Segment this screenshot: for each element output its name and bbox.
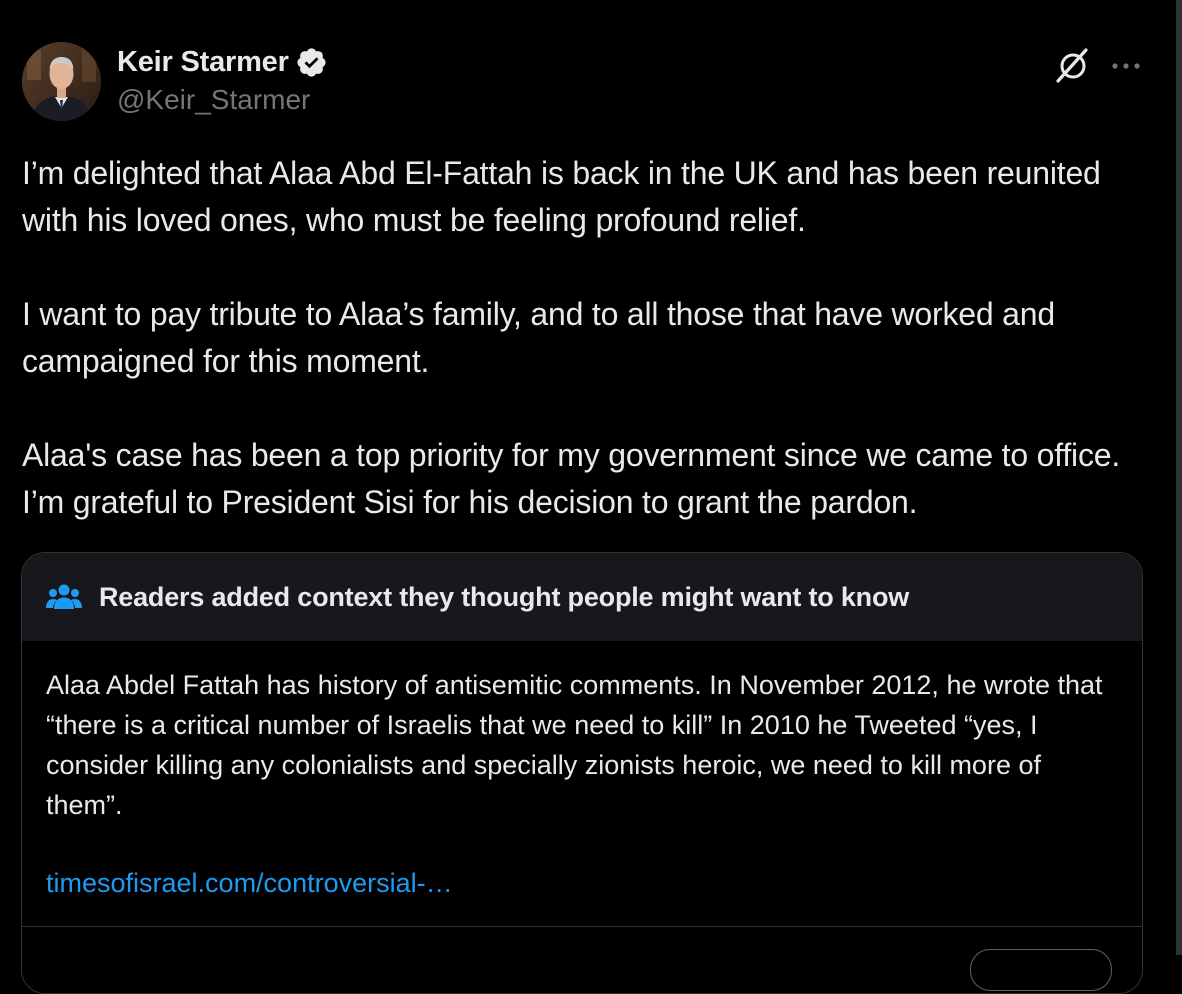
handle[interactable]: @Keir_Starmer	[117, 84, 328, 116]
display-name[interactable]: Keir Starmer	[117, 46, 289, 79]
verified-badge-icon[interactable]	[295, 46, 328, 79]
tweet-paragraph: I’m delighted that Alaa Abd El-Fattah is…	[22, 155, 1101, 238]
grok-button[interactable]	[1052, 46, 1092, 86]
community-note-title: Readers added context they thought peopl…	[99, 581, 910, 612]
community-note: Readers added context they thought peopl…	[21, 552, 1143, 994]
tweet-text: I’m delighted that Alaa Abd El-Fattah is…	[22, 150, 1152, 573]
column-border	[1176, 0, 1182, 955]
community-note-text: Alaa Abdel Fattah has history of antisem…	[46, 670, 1103, 820]
community-note-source-link[interactable]: timesofisrael.com/controversial-…	[46, 863, 453, 903]
tweet-paragraph: Alaa's case has been a top priority for …	[22, 437, 1121, 520]
people-icon	[46, 584, 82, 609]
name-row: Keir Starmer	[117, 44, 328, 80]
grok-icon	[1056, 48, 1088, 83]
community-note-header: Readers added context they thought peopl…	[22, 553, 1142, 641]
community-note-body: Alaa Abdel Fattah has history of antisem…	[22, 641, 1142, 903]
more-options-button[interactable]	[1108, 48, 1144, 84]
avatar-image	[22, 42, 101, 121]
rate-note-button[interactable]	[970, 949, 1112, 991]
author-block: Keir Starmer @Keir_Starmer	[117, 44, 328, 116]
tweet-paragraph: I want to pay tribute to Alaa’s family, …	[22, 296, 1055, 379]
tweet-header: Keir Starmer @Keir_Starmer	[22, 42, 1152, 122]
avatar[interactable]	[22, 42, 101, 121]
more-options-icon	[1112, 63, 1140, 69]
community-note-divider	[22, 926, 1142, 927]
